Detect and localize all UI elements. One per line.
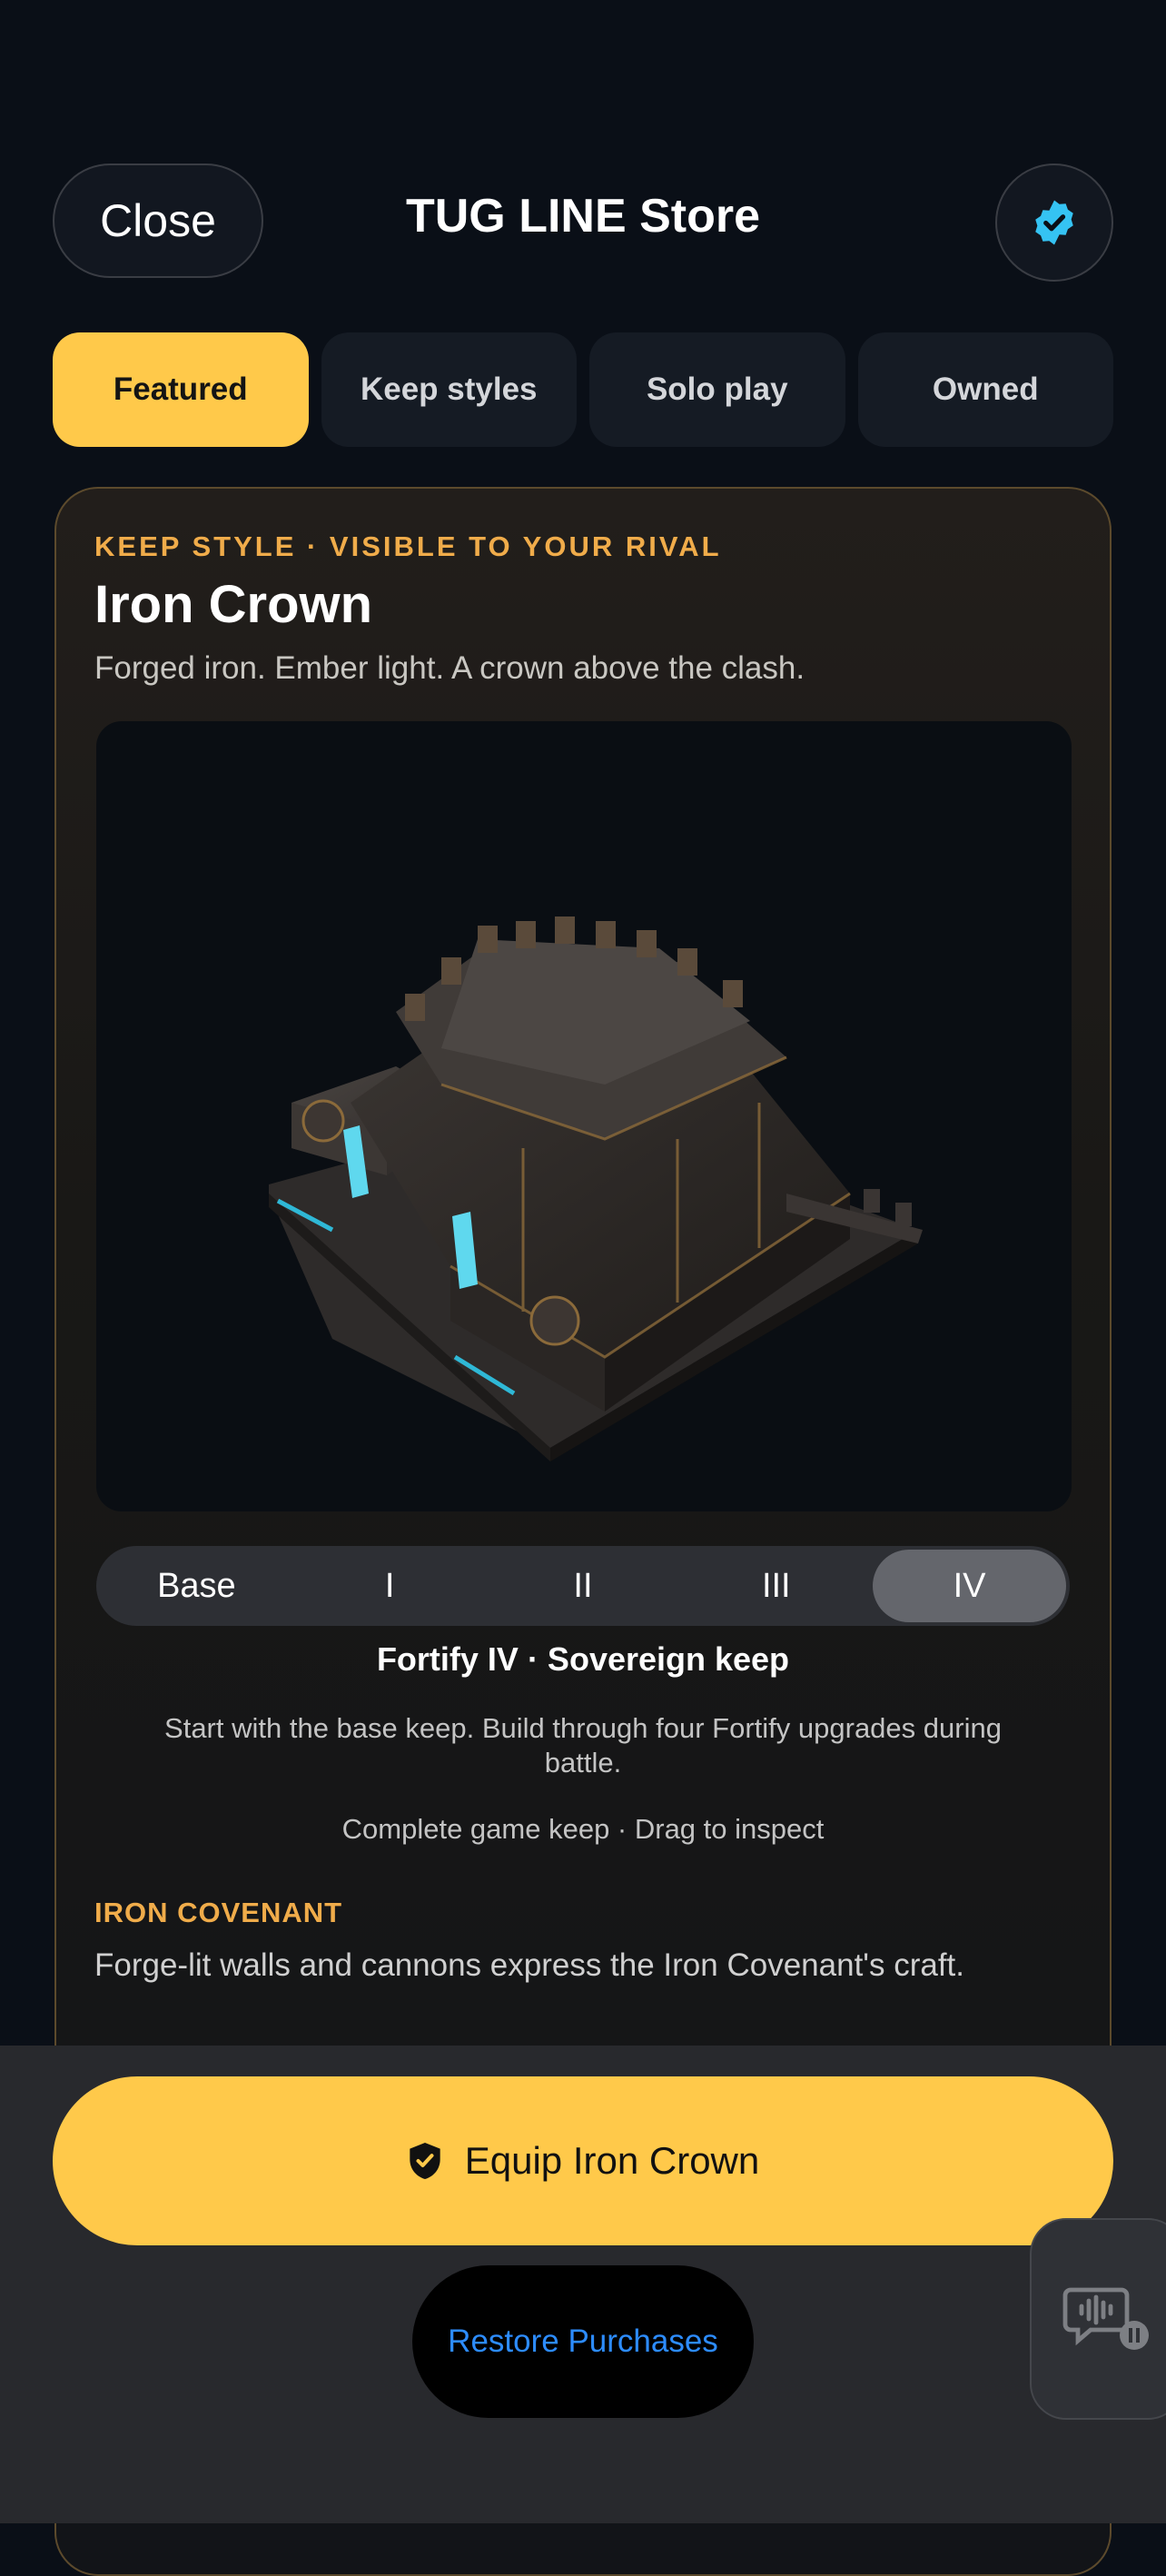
tier-title: Fortify IV · Sovereign keep (376, 1640, 790, 1678)
restore-purchases-button[interactable]: Restore Purchases (412, 2265, 754, 2418)
equip-label: Equip Iron Crown (464, 2139, 760, 2182)
item-subtitle: Forged iron. Ember light. A crown above … (94, 650, 805, 686)
tier-option-iii[interactable]: III (679, 1550, 873, 1622)
tab-featured[interactable]: Featured (53, 332, 309, 447)
tier-description: Start with the base keep. Build through … (164, 1712, 1002, 1778)
tier-option-base[interactable]: Base (100, 1550, 293, 1622)
tab-owned[interactable]: Owned (857, 332, 1113, 447)
shield-check-icon (410, 2143, 440, 2179)
tier-selector: Base I II III IV (96, 1546, 1070, 1626)
store-tabs: Featured Keep styles Solo play Owned (53, 332, 1113, 447)
voice-chat-paused-icon (1062, 2287, 1149, 2350)
castle-keep-model (269, 916, 923, 1461)
faction-description: Forge-lit walls and cannons express the … (94, 1947, 964, 1983)
tier-option-i[interactable]: I (293, 1550, 487, 1622)
item-title: Iron Crown (94, 575, 373, 634)
store-title: TUG LINE Store (405, 190, 761, 243)
keep-3d-preview[interactable] (96, 721, 1072, 1511)
tab-keep-styles[interactable]: Keep styles (321, 332, 577, 447)
tier-option-iv[interactable]: IV (873, 1550, 1066, 1622)
tab-solo-play[interactable]: Solo play (589, 332, 845, 447)
equip-button[interactable]: Equip Iron Crown (53, 2076, 1113, 2245)
item-eyebrow: KEEP STYLE · VISIBLE TO YOUR RIVAL (94, 530, 722, 562)
tier-option-ii[interactable]: II (487, 1550, 680, 1622)
verified-button[interactable] (995, 163, 1113, 282)
verified-badge-icon (1035, 200, 1073, 245)
faction-name: IRON COVENANT (94, 1897, 343, 1928)
tier-hint: Complete game keep · Drag to inspect (341, 1813, 825, 1845)
voice-chat-button[interactable] (1030, 2218, 1166, 2420)
